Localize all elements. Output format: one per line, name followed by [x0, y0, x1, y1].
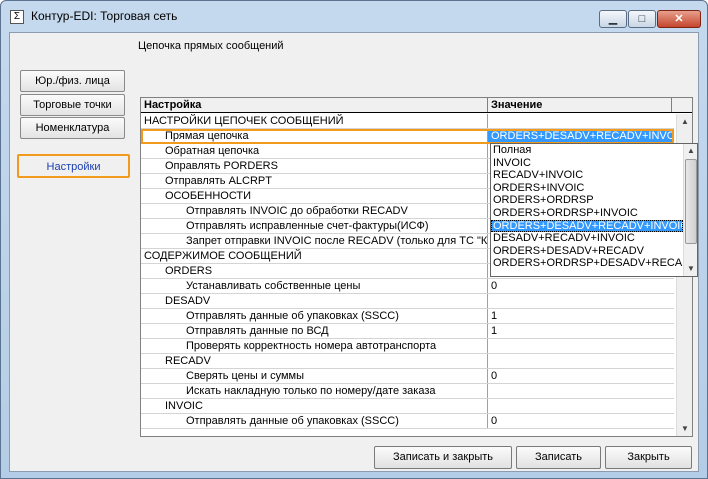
setting-name-cell: Отправлять ALCRPT	[141, 174, 488, 188]
table-row[interactable]: Прямая цепочка ORDERS+DESADV+RECADV+INVOI	[141, 129, 674, 144]
table-row[interactable]: НАСТРОЙКИ ЦЕПОЧЕК СООБЩЕНИЙ	[141, 114, 674, 129]
scroll-down-icon[interactable]: ▼	[677, 421, 692, 436]
setting-name-cell: INVOIC	[141, 399, 488, 413]
setting-value-cell[interactable]	[488, 384, 674, 398]
sidebar-item-settings[interactable]: Настройки	[17, 154, 130, 178]
sidebar-item-legal-entities[interactable]: Юр./физ. лица	[20, 70, 125, 92]
dropdown-scroll-up-icon[interactable]: ▲	[684, 144, 697, 158]
grid-header: Настройка Значение	[141, 98, 692, 113]
setting-name-cell: DESADV	[141, 294, 488, 308]
dropdown-option[interactable]: DESADV+RECADV+INVOIC	[491, 232, 683, 245]
setting-name-cell: ORDERS	[141, 264, 488, 278]
close-button[interactable]: Закрыть	[605, 446, 692, 469]
setting-name-cell: СОДЕРЖИМОЕ СООБЩЕНИЙ	[141, 249, 488, 263]
setting-value-cell[interactable]: 1	[488, 324, 674, 338]
setting-name-cell: Обратная цепочка	[141, 144, 488, 158]
save-button[interactable]: Записать	[516, 446, 601, 469]
close-window-button[interactable]: ✕	[657, 10, 701, 28]
setting-value-cell[interactable]	[488, 294, 674, 308]
dropdown-option[interactable]: RECADV+INVOIC	[491, 169, 683, 182]
dropdown-option[interactable]: ORDERS+DESADV+RECADV+INVOIC	[491, 219, 683, 233]
scroll-up-icon[interactable]: ▲	[677, 114, 692, 129]
dropdown-option[interactable]: ORDERS+ORDRSP	[491, 194, 683, 207]
setting-value-cell[interactable]: ORDERS+DESADV+RECADV+INVOI	[488, 129, 674, 143]
client-area: Цепочка прямых сообщений Юр./физ. лица Т…	[9, 32, 699, 472]
setting-value-cell[interactable]	[488, 354, 674, 368]
section-label: Цепочка прямых сообщений	[138, 40, 284, 52]
maximize-button[interactable]: □	[628, 10, 656, 28]
table-row[interactable]: Искать накладную только по номеру/дате з…	[141, 384, 674, 399]
setting-name-cell: Оправлять PORDERS	[141, 159, 488, 173]
dropdown-scroll-down-icon[interactable]: ▼	[684, 262, 697, 276]
table-row[interactable]: Проверять корректность номера автотрансп…	[141, 339, 674, 354]
dropdown-option[interactable]: ORDERS+DESADV+RECADV	[491, 245, 683, 258]
setting-name-cell: Искать накладную только по номеру/дате з…	[141, 384, 488, 398]
setting-name-cell: ОСОБЕННОСТИ	[141, 189, 488, 203]
column-header-value[interactable]: Значение	[488, 98, 672, 112]
dropdown-scroll-thumb[interactable]	[685, 159, 697, 244]
setting-value-cell[interactable]: 0	[488, 414, 674, 428]
dropdown-option[interactable]: INVOIC	[491, 157, 683, 170]
setting-name-cell: Отправлять INVOIC до обработки RECADV	[141, 204, 488, 218]
title-bar[interactable]: Σ Контур-EDI: Торговая сеть ▁ □ ✕	[1, 1, 707, 31]
setting-name-cell: НАСТРОЙКИ ЦЕПОЧЕК СООБЩЕНИЙ	[141, 114, 488, 128]
dropdown-option[interactable]: Полная	[491, 144, 683, 157]
chain-dropdown-list[interactable]: Полная INVOIC RECADV+INVOIC ORDERS+INVOIC OR…	[490, 143, 698, 277]
table-row[interactable]: DESADV	[141, 294, 674, 309]
setting-value-cell[interactable]	[488, 399, 674, 413]
setting-name-cell: Прямая цепочка	[141, 129, 488, 143]
app-icon: Σ	[10, 10, 24, 24]
dropdown-option[interactable]: ORDERS+ORDRSP+DESADV+RECAD	[491, 257, 683, 270]
table-row[interactable]: RECADV	[141, 354, 674, 369]
dropdown-option[interactable]: ORDERS+INVOIC	[491, 182, 683, 195]
setting-value-cell[interactable]: 0	[488, 369, 674, 383]
setting-name-cell: Запрет отправки INVOIC после RECADV (тол…	[141, 234, 488, 248]
setting-name-cell: RECADV	[141, 354, 488, 368]
setting-name-cell: Сверять цены и суммы	[141, 369, 488, 383]
column-header-setting[interactable]: Настройка	[141, 98, 488, 112]
dropdown-scrollbar[interactable]: ▲ ▼	[683, 144, 697, 276]
table-row[interactable]: Сверять цены и суммы 0	[141, 369, 674, 384]
table-row[interactable]: INVOIC	[141, 399, 674, 414]
setting-name-cell: Проверять корректность номера автотрансп…	[141, 339, 488, 353]
setting-name-cell: Отправлять данные об упаковках (SSCC)	[141, 309, 488, 323]
setting-value-cell[interactable]: 0	[488, 279, 674, 293]
setting-value-cell[interactable]	[488, 114, 674, 128]
setting-name-cell: Отправлять исправленные счет-фактуры(ИСФ…	[141, 219, 488, 233]
sidebar-item-trade-points[interactable]: Торговые точки	[20, 94, 125, 116]
setting-value-cell[interactable]: 1	[488, 309, 674, 323]
app-window: Σ Контур-EDI: Торговая сеть ▁ □ ✕ Цепочк…	[0, 0, 708, 479]
sidebar-item-nomenclature[interactable]: Номенклатура	[20, 117, 125, 139]
minimize-button[interactable]: ▁	[599, 10, 627, 28]
dropdown-option[interactable]: ORDERS+ORDRSP+INVOIC	[491, 207, 683, 220]
window-title: Контур-EDI: Торговая сеть	[31, 9, 178, 23]
table-row[interactable]: Отправлять данные по ВСД 1	[141, 324, 674, 339]
setting-name-cell: Отправлять данные по ВСД	[141, 324, 488, 338]
table-row[interactable]: Отправлять данные об упаковках (SSCC) 0	[141, 414, 674, 429]
save-and-close-button[interactable]: Записать и закрыть	[374, 446, 512, 469]
table-row[interactable]: Отправлять данные об упаковках (SSCC) 1	[141, 309, 674, 324]
table-row[interactable]: Устанавливать собственные цены 0	[141, 279, 674, 294]
setting-name-cell: Отправлять данные об упаковках (SSCC)	[141, 414, 488, 428]
setting-name-cell: Устанавливать собственные цены	[141, 279, 488, 293]
setting-value-cell[interactable]	[488, 339, 674, 353]
